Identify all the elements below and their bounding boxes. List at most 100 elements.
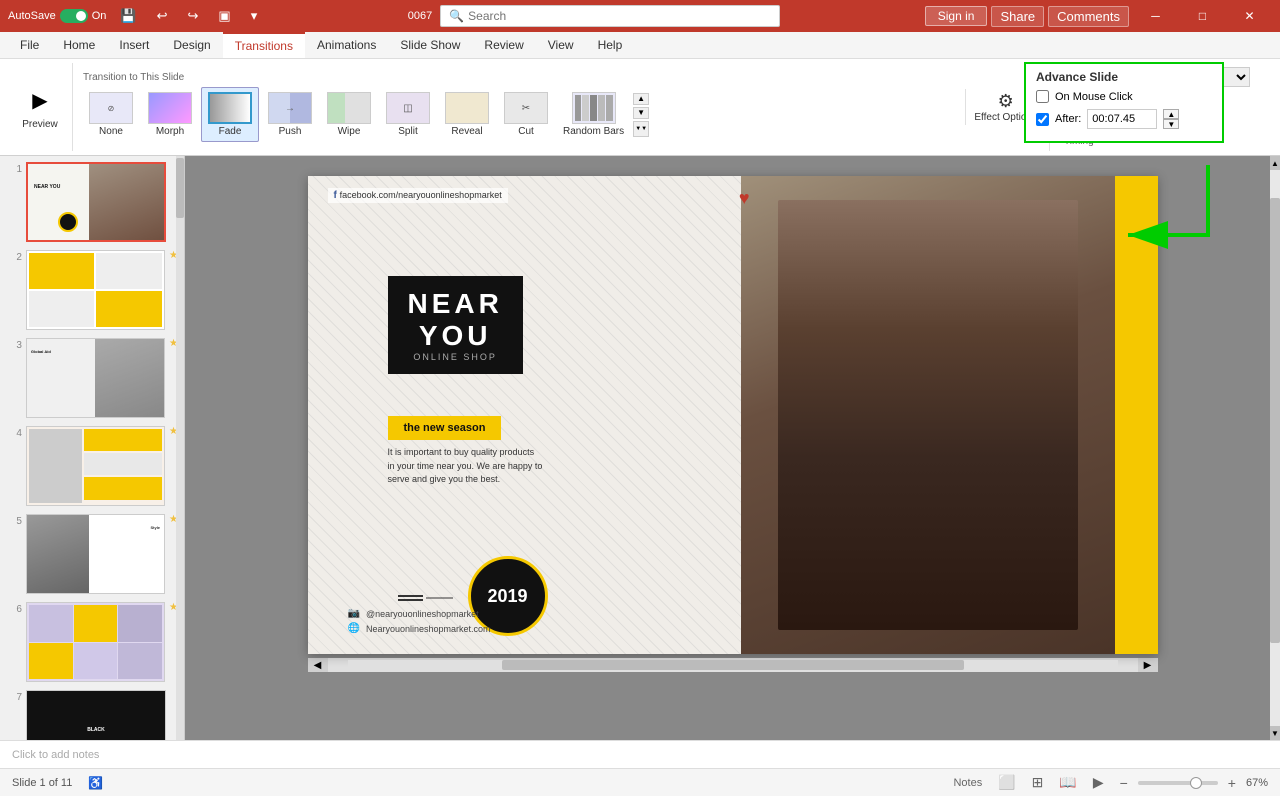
slide-vscroll[interactable] [176,156,184,740]
slide-number-5: 5 [6,514,22,527]
tab-home[interactable]: Home [51,33,107,57]
h-scroll-track[interactable] [348,660,1118,670]
vscroll-thumb[interactable] [1270,198,1280,643]
accessibility-button[interactable]: ♿ [84,774,107,792]
status-left: Slide 1 of 11 ♿ [12,774,107,792]
tab-transitions[interactable]: Transitions [223,32,305,58]
search-input[interactable] [468,9,771,23]
slide-canvas: f facebook.com/nearyouonlineshopmarket ♥… [308,176,1158,654]
on-mouse-click-checkbox[interactable] [1036,90,1049,103]
transition-reveal[interactable]: Reveal [439,88,495,141]
after-input[interactable] [1087,109,1157,129]
transition-morph[interactable]: Morph [142,88,198,141]
tab-insert[interactable]: Insert [107,33,161,57]
tab-view[interactable]: View [536,33,586,57]
after-up[interactable]: ▲ [1163,109,1179,119]
brand-box: NEAR YOU ONLINE SHOP [388,276,523,374]
slide-item-5[interactable]: 5 Style ★ [4,512,180,596]
vscroll-up[interactable]: ▲ [1270,156,1280,170]
slide-thumb-6[interactable] [26,602,165,682]
slide-item-4[interactable]: 4 ★ [4,424,180,508]
vscroll-track[interactable] [1270,170,1280,726]
after-down[interactable]: ▼ [1163,119,1179,129]
search-box[interactable]: 🔍 [440,5,780,27]
tab-slideshow[interactable]: Slide Show [388,33,472,57]
slide-thumb-4[interactable] [26,426,165,506]
undo-button[interactable]: ↩ [151,6,174,26]
slide-item-6[interactable]: 6 ★ [4,600,180,684]
transition-none-thumb: ⊘ [89,92,133,124]
canvas-vscroll[interactable]: ▲ ▼ [1270,156,1280,740]
maximize-button[interactable]: □ [1180,1,1225,31]
vscroll-down[interactable]: ▼ [1270,726,1280,740]
slide-number-3: 3 [6,338,22,351]
notes-bar[interactable]: Click to add notes [0,740,1280,768]
reading-view-button[interactable]: 📖 [1055,772,1080,793]
brand-online: ONLINE SHOP [408,352,503,362]
slide-2-content [27,251,164,329]
brand-you: YOU [408,320,503,352]
year-text: 2019 [487,586,527,607]
slide-thumb-5[interactable]: Style [26,514,165,594]
notes-button[interactable]: Notes [949,775,986,791]
customize-button[interactable]: ▾ [245,6,264,26]
preview-button[interactable]: ▶ Preview [16,81,64,134]
share-button[interactable]: Share [991,6,1044,27]
redo-button[interactable]: ↪ [181,6,204,26]
normal-view-button[interactable]: ⬜ [994,772,1019,793]
after-checkbox[interactable] [1036,113,1049,126]
transition-none[interactable]: ⊘ None [83,88,139,141]
slide-item-1[interactable]: 1 NEAR YOU [4,160,180,244]
autosave-toggle[interactable]: AutoSave On [8,9,106,23]
transition-none-label: None [99,126,123,137]
autosave-state: On [92,10,107,22]
signin-button[interactable]: Sign in [925,6,988,26]
present-button[interactable]: ▣ [212,6,236,26]
slide-item-7[interactable]: 7 BLACK [4,688,180,740]
h-scroll[interactable]: ◀ ▶ [308,658,1158,672]
s2-cell2 [96,253,162,289]
transition-wipe[interactable]: Wipe [321,88,377,141]
ribbon-group-preview: ▶ Preview [8,63,73,151]
h-scroll-right[interactable]: ▶ [1138,658,1158,672]
scroll-down-button[interactable]: ▼ [633,107,649,119]
website-text: Nearyouonlineshopmarket.com [366,624,491,634]
save-button[interactable]: 💾 [114,6,142,26]
tab-file[interactable]: File [8,33,51,57]
zoom-slider[interactable] [1138,781,1218,785]
preview-label: Preview [22,119,58,130]
transition-cut[interactable]: ✂ Cut [498,88,554,141]
transition-split[interactable]: ◫ Split [380,88,436,141]
scroll-up-button[interactable]: ▲ [633,93,649,105]
s6-i6 [118,643,162,680]
slide-thumb-7[interactable]: BLACK [26,690,166,740]
slide-sorter-button[interactable]: ⊞ [1028,772,1048,793]
slideshow-button[interactable]: ▶ [1089,772,1108,793]
transition-fade[interactable]: Fade [201,87,259,142]
zoom-in-button[interactable]: + [1224,773,1240,793]
comments-button[interactable]: Comments [1048,6,1129,27]
tab-animations[interactable]: Animations [305,33,388,57]
desc-text: It is important to buy quality products … [388,446,588,487]
transition-wipe-label: Wipe [338,126,361,137]
slide-vscroll-thumb[interactable] [176,158,184,218]
h-scroll-thumb[interactable] [502,660,964,670]
slide-item-2[interactable]: 2 ★ [4,248,180,332]
heart-icon: ♥ [739,188,750,209]
h-scroll-left[interactable]: ◀ [308,658,328,672]
transition-random-bars[interactable]: Random Bars [557,88,630,141]
minimize-button[interactable]: ─ [1133,1,1178,31]
tab-design[interactable]: Design [161,33,222,57]
transition-push[interactable]: → Push [262,88,318,141]
close-button[interactable]: ✕ [1227,1,1272,31]
slide-thumb-2[interactable] [26,250,165,330]
slide-main-bg: f facebook.com/nearyouonlineshopmarket ♥… [308,176,1158,654]
tab-help[interactable]: Help [586,33,635,57]
slide-thumb-3[interactable]: Global Aid [26,338,165,418]
slide-number-4: 4 [6,426,22,439]
tab-review[interactable]: Review [472,33,535,57]
zoom-out-button[interactable]: − [1116,773,1132,793]
slide-thumb-1[interactable]: NEAR YOU [26,162,166,242]
scroll-more-button[interactable]: ▼▼ [633,121,649,137]
slide-item-3[interactable]: 3 Global Aid ★ [4,336,180,420]
